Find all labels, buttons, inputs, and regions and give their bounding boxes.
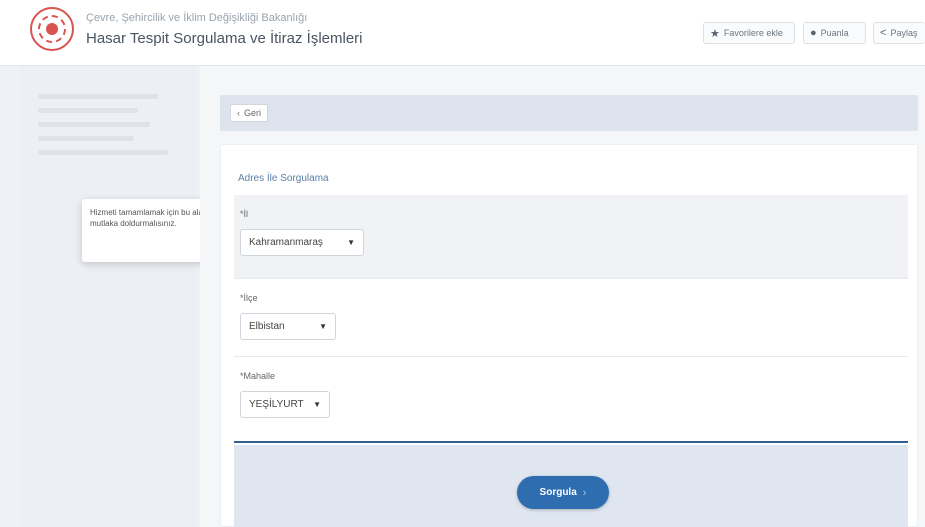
form-footer: Sorgula ›	[234, 445, 908, 527]
ilce-select[interactable]: Elbistan ▼	[240, 313, 336, 340]
back-button[interactable]: ‹ Geri	[230, 104, 269, 122]
favorite-button[interactable]: ★ Favorilere ekle	[703, 22, 795, 44]
favorite-label: Favorilere ekle	[723, 28, 783, 38]
chevron-left-icon: ‹	[237, 108, 240, 118]
il-label: *İl	[240, 209, 249, 219]
mahalle-value: YEŞİLYURT	[249, 399, 304, 410]
il-select[interactable]: Kahramanmaraş ▼	[240, 229, 364, 256]
star-icon: ★	[710, 27, 720, 40]
ministry-name: Çevre, Şehircilik ve İklim Değişikliği B…	[86, 12, 308, 24]
main-content: ‹ Geri Adres İle Sorgulama *İl Kahramanm…	[200, 66, 925, 527]
header: Çevre, Şehircilik ve İklim Değişikliği B…	[0, 0, 925, 66]
logo-core	[46, 23, 58, 35]
rate-button[interactable]: ● Puanla	[803, 22, 866, 44]
caret-down-icon: ▼	[347, 238, 355, 247]
page-title: Hasar Tespit Sorgulama ve İtiraz İşlemle…	[86, 30, 363, 47]
ilce-value: Elbistan	[249, 321, 285, 332]
mahalle-label: *Mahalle	[240, 371, 276, 381]
sidebar	[20, 66, 197, 527]
caret-down-icon: ▼	[313, 400, 321, 409]
query-form: Adres İle Sorgulama *İl Kahramanmaraş ▼ …	[220, 144, 918, 527]
submit-button[interactable]: Sorgula ›	[517, 476, 609, 509]
caret-down-icon: ▼	[319, 322, 327, 331]
share-label: Paylaş	[890, 28, 918, 38]
ilce-label: *İlçe	[240, 293, 258, 303]
section-title: Adres İle Sorgulama	[238, 173, 329, 184]
back-label: Geri	[244, 108, 262, 118]
ministry-logo[interactable]	[30, 7, 74, 51]
mahalle-select[interactable]: YEŞİLYURT ▼	[240, 391, 330, 418]
share-button[interactable]: < Paylaş	[873, 22, 925, 44]
mahalle-field: *Mahalle YEŞİLYURT ▼	[234, 357, 908, 443]
il-field: *İl Kahramanmaraş ▼	[234, 195, 908, 279]
back-bar: ‹ Geri	[220, 95, 918, 131]
share-icon: <	[880, 27, 887, 39]
speech-bubble-icon: ●	[810, 27, 817, 39]
submit-label: Sorgula	[539, 487, 577, 498]
sidebar-placeholder-text	[38, 94, 188, 164]
chevron-right-icon: ›	[582, 486, 587, 499]
il-value: Kahramanmaraş	[249, 237, 323, 248]
ilce-field: *İlçe Elbistan ▼	[234, 279, 908, 357]
rate-label: Puanla	[820, 28, 849, 38]
